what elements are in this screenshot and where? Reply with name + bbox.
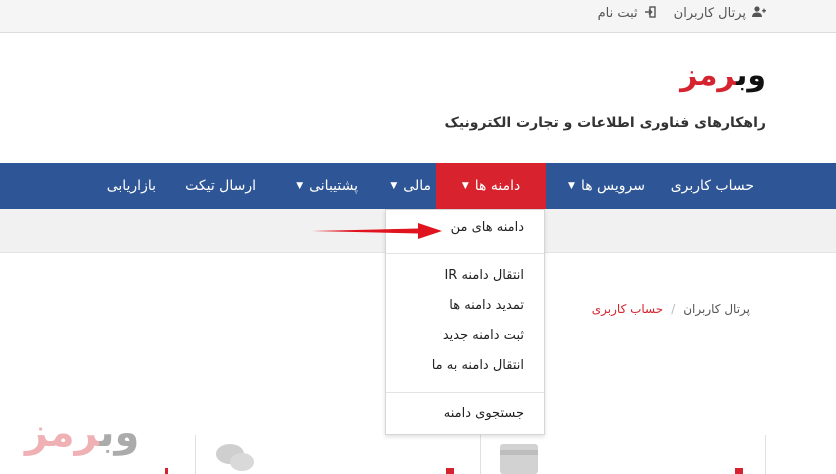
caret-down-icon: ▼ bbox=[461, 181, 469, 191]
dropdown-item-domain-search[interactable]: جستجوی دامنه bbox=[444, 406, 524, 421]
logo-text-part1: وب bbox=[736, 58, 767, 93]
register-link-label: ثبت نام bbox=[597, 6, 638, 21]
nav-item-domains[interactable]: دامنه ها ▼ bbox=[436, 163, 546, 209]
dropdown-item-renew-domains[interactable]: تمدید دامنه ها bbox=[449, 298, 524, 313]
watermark-part1: وب bbox=[99, 410, 141, 456]
stat-value-fragment bbox=[446, 468, 454, 474]
nav-item-label: حساب کاربری bbox=[670, 178, 754, 194]
user-plus-icon bbox=[752, 6, 766, 21]
panel-divider bbox=[480, 435, 481, 474]
chat-bubbles-icon bbox=[215, 440, 255, 474]
sign-in-icon bbox=[644, 6, 656, 21]
credit-card-icon bbox=[500, 444, 540, 474]
nav-item-services[interactable]: سرویس ها ▼ bbox=[568, 163, 645, 209]
nav-item-support[interactable]: پشتیبانی ▼ bbox=[296, 163, 358, 209]
panel-divider bbox=[195, 435, 196, 474]
dropdown-divider bbox=[386, 392, 544, 393]
dropdown-item-transfer-to-us[interactable]: انتقال دامنه به ما bbox=[432, 358, 524, 373]
site-tagline: راهکارهای فناوری اطلاعات و تجارت الکترون… bbox=[444, 115, 767, 131]
top-links: پرتال کاربران ثبت نام bbox=[598, 6, 766, 21]
watermark-part2: رمز bbox=[25, 410, 101, 456]
breadcrumb-current: حساب کاربری bbox=[591, 302, 664, 316]
red-arrow-icon bbox=[312, 222, 444, 244]
main-nav: حساب کاربری سرویس ها ▼ دامنه ها ▼ مالی ▼… bbox=[0, 163, 836, 209]
dropdown-divider bbox=[386, 253, 544, 254]
caret-down-icon: ▼ bbox=[390, 181, 398, 191]
dropdown-item-my-domains[interactable]: دامنه های من bbox=[451, 220, 524, 235]
nav-item-label: دامنه ها bbox=[474, 178, 521, 194]
top-bar: پرتال کاربران ثبت نام bbox=[0, 0, 836, 33]
stat-value-fragment bbox=[165, 468, 168, 474]
breadcrumb-home[interactable]: پرتال کاربران bbox=[683, 302, 750, 316]
caret-down-icon: ▼ bbox=[568, 181, 575, 191]
breadcrumb: پرتال کاربران / حساب کاربری bbox=[592, 302, 750, 316]
dropdown-item-register-domain[interactable]: ثبت دامنه جدید bbox=[443, 328, 524, 343]
portal-link-label: پرتال کاربران bbox=[673, 6, 746, 21]
panel-divider bbox=[765, 435, 766, 474]
nav-item-billing[interactable]: مالی ▼ bbox=[390, 163, 431, 209]
portal-link[interactable]: پرتال کاربران bbox=[674, 6, 766, 21]
nav-item-label: سرویس ها bbox=[580, 178, 645, 194]
logo-text-part2: رمز bbox=[680, 58, 737, 93]
nav-item-account[interactable]: حساب کاربری bbox=[671, 163, 754, 209]
nav-item-affiliates[interactable]: بازاریابی bbox=[107, 163, 156, 209]
dropdown-item-transfer-ir[interactable]: انتقال دامنه IR bbox=[444, 268, 524, 283]
register-link[interactable]: ثبت نام bbox=[598, 6, 656, 21]
nav-item-open-ticket[interactable]: ارسال تیکت bbox=[185, 163, 256, 209]
caret-down-icon: ▼ bbox=[296, 181, 304, 191]
nav-item-label: بازاریابی bbox=[106, 178, 156, 194]
watermark-logo: وبرمز bbox=[25, 410, 141, 456]
nav-item-label: پشتیبانی bbox=[309, 178, 358, 194]
nav-item-label: مالی bbox=[403, 178, 431, 194]
breadcrumb-separator: / bbox=[671, 302, 676, 316]
stat-value-fragment bbox=[735, 468, 743, 474]
site-logo[interactable]: وبرمز bbox=[680, 58, 767, 93]
site-header: وبرمز راهکارهای فناوری اطلاعات و تجارت ا… bbox=[0, 33, 836, 163]
nav-item-label: ارسال تیکت bbox=[185, 178, 256, 194]
